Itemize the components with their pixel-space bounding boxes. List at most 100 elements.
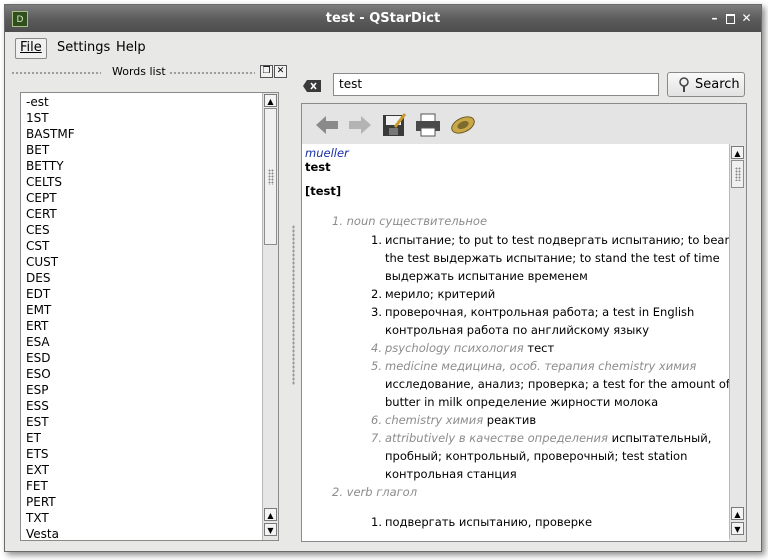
words-list-dock-header[interactable]: Words list ❐ ✕ bbox=[11, 65, 287, 79]
forward-button[interactable] bbox=[347, 112, 373, 138]
part-of-speech-2: 2. verb глагол bbox=[332, 485, 417, 499]
forward-icon bbox=[349, 116, 371, 134]
word-list-item[interactable]: TXT bbox=[21, 510, 261, 526]
part-of-speech-1: 1. noun существительное bbox=[332, 214, 487, 228]
words-items: -est 1ST BASTMF BET BETTY CELTS CEPT CERT CES CST… bbox=[21, 94, 261, 540]
title-bar[interactable]: D test - QStarDict – ✕ bbox=[5, 5, 761, 32]
scroll-up-icon[interactable]: ▲ bbox=[264, 508, 277, 521]
word-list-item[interactable]: CES bbox=[21, 222, 261, 238]
close-icon[interactable]: ✕ bbox=[740, 12, 753, 25]
app-window: D test - QStarDict – ✕ File Settings Hel… bbox=[4, 4, 762, 552]
meaning-text: attributively в качестве определения исп… bbox=[385, 431, 711, 445]
menu-help[interactable]: Help bbox=[112, 38, 150, 57]
meaning-text: выдержать испытание временем bbox=[385, 269, 588, 283]
meaning-text: пробный; контрольный, проверочный; test … bbox=[385, 449, 688, 463]
word-list-item[interactable]: EDT bbox=[21, 286, 261, 302]
speak-button[interactable] bbox=[449, 112, 475, 138]
word-list-item[interactable]: 1ST bbox=[21, 110, 261, 126]
dictionary-name: mueller bbox=[305, 146, 349, 160]
meaning-value: тест bbox=[527, 341, 555, 355]
speak-icon bbox=[451, 116, 475, 134]
word-list-item[interactable]: DES bbox=[21, 270, 261, 286]
word-list-item[interactable]: -est bbox=[21, 94, 261, 110]
scroll-down-icon[interactable]: ▼ bbox=[731, 522, 744, 535]
domain-label: attributively в качестве определения bbox=[385, 431, 608, 445]
meaning-text: the test выдержать испытание; to stand t… bbox=[385, 251, 720, 265]
word-list-item[interactable]: Vesta bbox=[21, 526, 261, 540]
word-list-item[interactable]: ESS bbox=[21, 398, 261, 414]
word-list-item[interactable]: ERT bbox=[21, 318, 261, 334]
meaning-text: исследование, анализ; проверка; a test f… bbox=[385, 377, 729, 391]
words-scrollbar[interactable]: ▲ ▲ ▼ bbox=[262, 93, 278, 540]
pos-label: verb глагол bbox=[346, 485, 418, 499]
meaning-text: контрольная станция bbox=[385, 467, 517, 481]
meaning-value: реактив bbox=[486, 413, 537, 427]
menu-settings-label: Settings bbox=[57, 40, 111, 55]
meaning-text: подвергать испытанию, проверке bbox=[385, 515, 593, 529]
word-list-item[interactable]: ETS bbox=[21, 446, 261, 462]
search-input[interactable]: test bbox=[333, 73, 659, 96]
meaning-text: испытание; to put to test подвергать исп… bbox=[385, 233, 729, 247]
word-list-item[interactable]: ESA bbox=[21, 334, 261, 350]
word-list-item[interactable]: BET bbox=[21, 142, 261, 158]
scroll-up-icon[interactable]: ▲ bbox=[731, 146, 744, 159]
scroll-thumb[interactable] bbox=[264, 108, 277, 245]
word-list-item[interactable]: EMT bbox=[21, 302, 261, 318]
float-dock-icon[interactable]: ❐ bbox=[260, 65, 273, 78]
search-icon bbox=[679, 77, 689, 92]
menu-bar: File Settings Help bbox=[5, 32, 761, 62]
back-button[interactable] bbox=[314, 112, 340, 138]
article-scrollbar[interactable]: ▲ ▲ ▼ bbox=[729, 144, 745, 539]
menu-file[interactable]: File bbox=[15, 38, 47, 59]
dock-grip bbox=[169, 71, 255, 75]
word-list-item[interactable]: CERT bbox=[21, 206, 261, 222]
splitter-handle[interactable] bbox=[292, 225, 295, 385]
word-list-item[interactable]: ET bbox=[21, 430, 261, 446]
search-button[interactable]: Search bbox=[667, 72, 745, 97]
word-list-item[interactable]: BETTY bbox=[21, 158, 261, 174]
word-list-item[interactable]: ESP bbox=[21, 382, 261, 398]
article-view[interactable]: mueller test [test] 1. noun существитель… bbox=[302, 144, 729, 541]
dock-title: Words list bbox=[112, 65, 166, 78]
word-list-item[interactable]: ESO bbox=[21, 366, 261, 382]
dock-grip bbox=[11, 71, 101, 75]
word-list-item[interactable]: EST bbox=[21, 414, 261, 430]
clear-icon bbox=[303, 80, 321, 92]
word-list-item[interactable]: CEPT bbox=[21, 190, 261, 206]
meaning-number: 3. bbox=[371, 305, 382, 319]
maximize-icon[interactable] bbox=[724, 12, 737, 25]
print-icon bbox=[416, 113, 440, 137]
menu-help-label: Help bbox=[116, 40, 146, 55]
meaning-text: контрольная работа по английскому языку bbox=[385, 323, 650, 337]
word-list-item[interactable]: CUST bbox=[21, 254, 261, 270]
close-dock-icon[interactable]: ✕ bbox=[274, 65, 287, 78]
clear-search-button[interactable] bbox=[302, 76, 324, 96]
word-list-item[interactable]: BASTMF bbox=[21, 126, 261, 142]
scroll-thumb[interactable] bbox=[731, 160, 744, 188]
meaning-text: butter in milk определение жирности моло… bbox=[385, 395, 659, 409]
menu-settings[interactable]: Settings bbox=[53, 38, 114, 57]
meaning-number: 4. bbox=[371, 341, 382, 355]
transcription: [test] bbox=[305, 184, 342, 198]
word-list-item[interactable]: FET bbox=[21, 478, 261, 494]
meaning-number: 1. bbox=[371, 233, 382, 247]
save-button[interactable] bbox=[381, 112, 407, 138]
scroll-up-icon[interactable]: ▲ bbox=[731, 507, 744, 520]
domain-label: chemistry химия bbox=[385, 413, 484, 427]
words-list[interactable]: -est 1ST BASTMF BET BETTY CELTS CEPT CERT CES CST… bbox=[20, 92, 279, 541]
minimize-icon[interactable]: – bbox=[708, 12, 721, 25]
print-button[interactable] bbox=[415, 112, 441, 138]
word-list-item[interactable]: CST bbox=[21, 238, 261, 254]
scroll-down-icon[interactable]: ▼ bbox=[264, 523, 277, 536]
meaning-text: проверочная, контрольная работа; a test … bbox=[385, 305, 695, 319]
word-list-item[interactable]: PERT bbox=[21, 494, 261, 510]
meaning-number: 7. bbox=[371, 431, 382, 445]
meaning-text: мерило; критерий bbox=[385, 287, 496, 301]
word-list-item[interactable]: CELTS bbox=[21, 174, 261, 190]
back-icon bbox=[316, 116, 338, 134]
word-list-item[interactable]: ESD bbox=[21, 350, 261, 366]
meaning-number: 1. bbox=[371, 515, 382, 529]
menu-file-label: File bbox=[20, 40, 42, 55]
word-list-item[interactable]: EXT bbox=[21, 462, 261, 478]
scroll-up-icon[interactable]: ▲ bbox=[264, 94, 277, 107]
